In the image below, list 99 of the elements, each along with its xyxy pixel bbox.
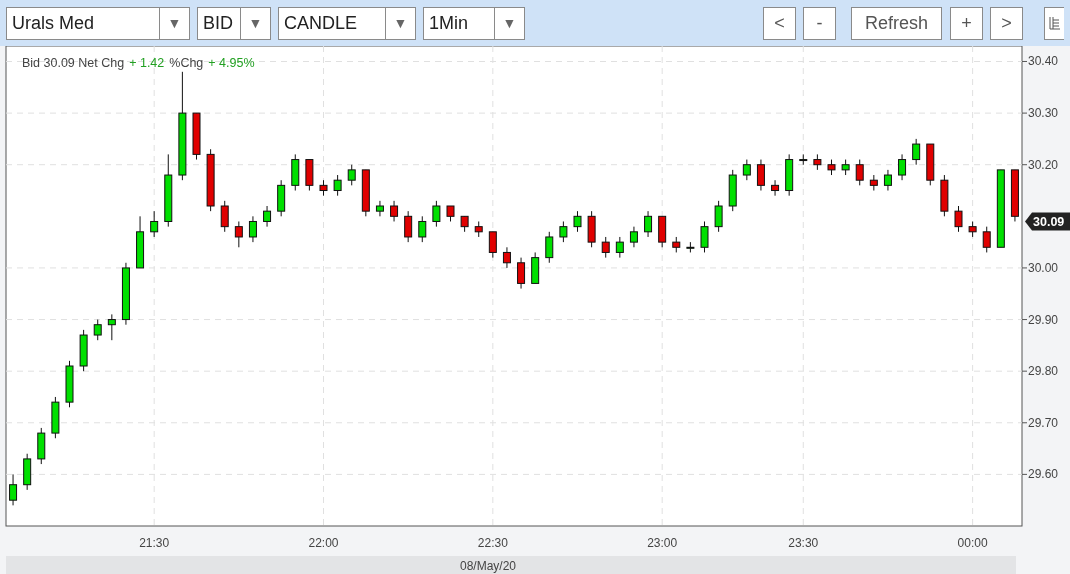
- candle: [263, 205, 272, 228]
- candle: [841, 159, 850, 176]
- candle: [742, 159, 751, 181]
- candle: [150, 210, 159, 238]
- candle: [686, 241, 695, 253]
- bid-label: Bid 30.09 Net Chg: [22, 56, 125, 70]
- dropdown[interactable]: BID ▼: [197, 6, 271, 40]
- candle: [926, 143, 935, 186]
- candle: [9, 473, 18, 506]
- candle: [629, 226, 638, 248]
- candle: [65, 360, 74, 408]
- candle: [545, 231, 554, 264]
- candle: [728, 169, 737, 212]
- candle: [488, 231, 497, 259]
- candle: [51, 396, 60, 439]
- candle: [912, 138, 921, 166]
- chart-settings-icon[interactable]: [1044, 6, 1064, 40]
- toolbar-button[interactable]: >: [990, 6, 1023, 40]
- candle: [883, 169, 892, 191]
- candle: [291, 153, 300, 191]
- candle: [375, 200, 384, 217]
- candle: [559, 221, 568, 243]
- candle: [615, 236, 624, 259]
- dropdown[interactable]: 1Min ▼: [423, 6, 525, 40]
- candle: [587, 210, 596, 248]
- candle: [940, 174, 949, 217]
- candle: [23, 453, 32, 491]
- candle: [37, 427, 46, 465]
- candle: [968, 221, 977, 238]
- dropdown[interactable]: CANDLE ▼: [278, 6, 416, 40]
- x-axis-label: 23:30: [788, 536, 819, 550]
- candle: [206, 148, 215, 212]
- candle: [827, 159, 836, 176]
- candle: [446, 205, 455, 222]
- candle: [390, 200, 399, 222]
- date-label: 08/May/20: [460, 559, 516, 573]
- candle: [799, 153, 808, 166]
- candle: [361, 169, 370, 217]
- candle: [855, 159, 864, 186]
- candle: [700, 221, 709, 253]
- toolbar-button[interactable]: +: [950, 6, 983, 40]
- x-axis-label: 00:00: [957, 536, 988, 550]
- candle: [79, 329, 88, 372]
- candle: [107, 313, 116, 341]
- candle: [672, 236, 681, 253]
- y-axis-label: 29.70: [1028, 415, 1059, 430]
- x-axis-label: 22:30: [477, 536, 508, 550]
- candle: [756, 159, 765, 191]
- y-axis-label: 30.30: [1028, 106, 1059, 121]
- candle: [305, 159, 314, 191]
- candle: [531, 251, 540, 284]
- candle: [474, 221, 483, 238]
- candle: [813, 153, 822, 171]
- toolbar-button[interactable]: Refresh: [850, 6, 942, 40]
- candle: [404, 210, 413, 243]
- candle: [432, 200, 441, 228]
- candle: [502, 246, 511, 269]
- candle: [982, 226, 991, 253]
- candle: [234, 221, 243, 248]
- candle: [277, 179, 286, 217]
- candle: [248, 215, 257, 243]
- y-axis-label: 30.00: [1028, 260, 1059, 275]
- candle: [220, 200, 229, 233]
- candle: [192, 112, 201, 161]
- candle: [418, 215, 427, 243]
- y-axis-label: 29.90: [1028, 312, 1059, 327]
- toolbar-button[interactable]: -: [802, 6, 836, 40]
- candle: [658, 215, 667, 248]
- pct-label: %Chg: [169, 56, 204, 70]
- x-axis-label: 21:30: [139, 536, 170, 550]
- candle: [333, 174, 342, 197]
- candle: [644, 210, 653, 238]
- candle: [601, 236, 610, 259]
- dropdown[interactable]: Urals Med ▼: [6, 6, 190, 40]
- candle: [771, 179, 780, 197]
- candle: [573, 210, 582, 233]
- toolbar-button[interactable]: <: [762, 6, 796, 40]
- candle: [319, 179, 328, 197]
- candle: [954, 205, 963, 233]
- candle: [121, 262, 130, 326]
- y-axis-label: 29.60: [1028, 467, 1059, 482]
- candle: [714, 200, 723, 233]
- candle: [347, 164, 356, 186]
- x-axis-label: 22:00: [308, 536, 339, 550]
- y-axis-label: 30.40: [1028, 54, 1059, 69]
- candle: [785, 153, 794, 197]
- candle: [898, 153, 907, 181]
- x-axis-label: 23:00: [647, 536, 678, 550]
- last-price-tag: 30.09: [1025, 212, 1070, 231]
- pct-change: + 4.95%: [208, 56, 255, 70]
- candle: [460, 215, 469, 233]
- net-change: + 1.42: [129, 56, 165, 70]
- candle: [1010, 169, 1019, 222]
- candle: [136, 215, 145, 269]
- candle: [93, 319, 102, 341]
- candle: [869, 174, 878, 191]
- candle: [517, 257, 526, 290]
- y-axis-label: 30.20: [1028, 157, 1059, 172]
- y-axis-label: 29.80: [1028, 364, 1059, 379]
